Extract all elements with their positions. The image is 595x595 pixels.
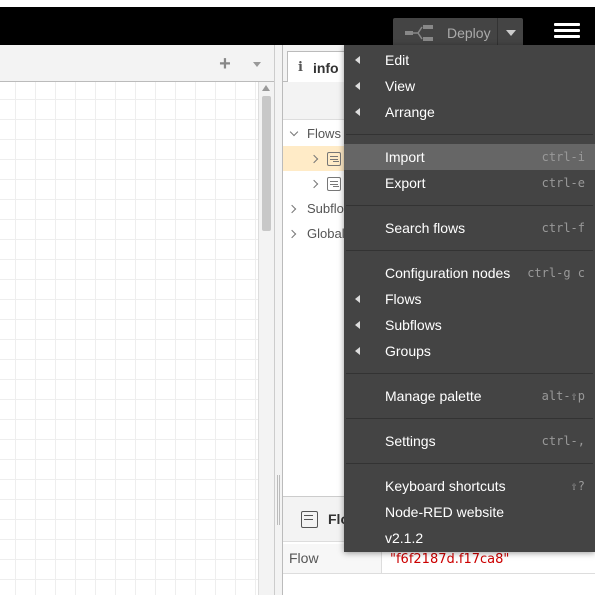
- menu-item-manage-palette[interactable]: Manage palette alt-⇧p: [344, 383, 595, 409]
- deploy-main-button[interactable]: Deploy: [393, 18, 498, 48]
- tree-item-label: Flows: [307, 126, 341, 141]
- deploy-options-button[interactable]: [498, 30, 523, 36]
- app-header: Deploy: [0, 7, 595, 48]
- menu-divider: [346, 250, 593, 251]
- menu-divider: [346, 418, 593, 419]
- top-strip: [0, 0, 595, 7]
- menu-item-keyboard-shortcuts[interactable]: Keyboard shortcuts ⇧?: [344, 473, 595, 499]
- menu-shortcut: ctrl-f: [541, 221, 585, 235]
- menu-shortcut: ctrl-,: [541, 434, 585, 448]
- tree-item-label: Global: [307, 226, 345, 241]
- menu-item-arrange[interactable]: Arrange: [344, 99, 595, 125]
- scroll-up-icon[interactable]: [262, 85, 270, 91]
- menu-item-settings[interactable]: Settings ctrl-,: [344, 428, 595, 454]
- menu-item-version[interactable]: v2.1.2: [344, 525, 595, 551]
- submenu-arrow-icon: [355, 108, 360, 116]
- scrollbar-thumb[interactable]: [262, 96, 271, 231]
- menu-divider: [346, 205, 593, 206]
- tab-list-caret-icon[interactable]: [248, 57, 266, 71]
- menu-item-import[interactable]: Import ctrl-i: [344, 144, 595, 170]
- menu-shortcut: ⇧?: [570, 479, 585, 493]
- chevron-right-icon[interactable]: [309, 154, 319, 163]
- chevron-down-icon[interactable]: [289, 127, 299, 137]
- deploy-icon: [405, 25, 433, 41]
- tab-info-label: info: [312, 59, 339, 76]
- main-menu-button[interactable]: [554, 23, 580, 43]
- flow-icon: [301, 510, 318, 528]
- caret-down-icon: [505, 30, 516, 36]
- menu-item-subflows[interactable]: Subflows: [344, 312, 595, 338]
- separator-grip-icon[interactable]: [277, 475, 280, 525]
- chevron-right-icon[interactable]: [287, 204, 297, 213]
- menu-divider: [346, 373, 593, 374]
- menu-item-configuration-nodes[interactable]: Configuration nodes ctrl-g c: [344, 260, 595, 286]
- add-flow-button[interactable]: +: [214, 53, 236, 75]
- submenu-arrow-icon: [355, 295, 360, 303]
- menu-item-view[interactable]: View: [344, 73, 595, 99]
- deploy-button[interactable]: Deploy: [393, 18, 523, 48]
- menu-shortcut: alt-⇧p: [541, 389, 585, 403]
- submenu-arrow-icon: [355, 347, 360, 355]
- flow-icon: [327, 151, 341, 166]
- menu-divider: [346, 463, 593, 464]
- menu-item-search-flows[interactable]: Search flows ctrl-f: [344, 215, 595, 241]
- canvas-vertical-scrollbar[interactable]: [258, 82, 274, 595]
- deploy-label: Deploy: [447, 25, 491, 41]
- flow-canvas[interactable]: [0, 82, 258, 595]
- menu-icon: [554, 23, 580, 26]
- menu-shortcut: ctrl-g c: [527, 266, 585, 280]
- submenu-arrow-icon: [355, 56, 360, 64]
- main-menu-dropdown: Edit View Arrange Import ctrl-i Export c…: [344, 45, 595, 552]
- submenu-arrow-icon: [355, 82, 360, 90]
- menu-item-edit[interactable]: Edit: [344, 47, 595, 73]
- sidebar-separator[interactable]: [274, 45, 282, 595]
- menu-shortcut: ctrl-i: [541, 150, 585, 164]
- menu-item-node-red-website[interactable]: Node-RED website: [344, 499, 595, 525]
- workspace: +: [0, 45, 274, 595]
- menu-shortcut: ctrl-e: [541, 176, 585, 190]
- menu-item-export[interactable]: Export ctrl-e: [344, 170, 595, 196]
- workspace-tabbar: +: [0, 45, 274, 82]
- menu-item-groups[interactable]: Groups: [344, 338, 595, 364]
- menu-divider: [346, 134, 593, 135]
- info-icon: i: [298, 60, 303, 75]
- menu-item-flows[interactable]: Flows: [344, 286, 595, 312]
- submenu-arrow-icon: [355, 321, 360, 329]
- chevron-right-icon[interactable]: [309, 179, 319, 188]
- chevron-right-icon[interactable]: [287, 229, 297, 238]
- flow-icon: [327, 176, 341, 191]
